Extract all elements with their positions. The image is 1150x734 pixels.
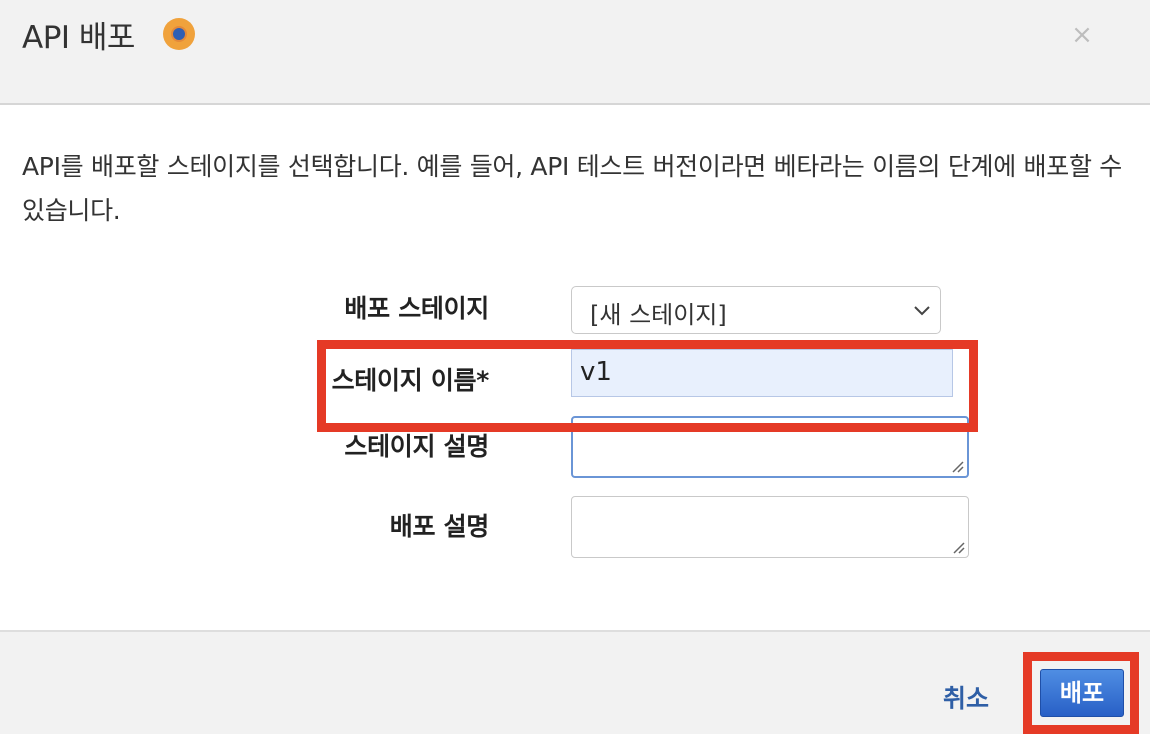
dialog-footer: 취소 배포 — [0, 630, 1150, 734]
resize-grip-icon[interactable] — [950, 459, 964, 473]
deploy-description-field[interactable] — [571, 496, 969, 558]
stage-name-value: v1 — [580, 357, 612, 387]
stage-select-value: [새 스테이지] — [590, 301, 727, 329]
stage-select[interactable]: [새 스테이지] — [571, 286, 941, 334]
dialog-description: API를 배포할 스테이지를 선택합니다. 예를 들어, API 테스트 버전이… — [22, 152, 1123, 225]
cancel-button[interactable]: 취소 — [943, 679, 989, 715]
chevron-down-icon — [914, 306, 930, 316]
stage-name-label: 스테이지 이름* — [331, 366, 490, 395]
close-icon[interactable]: × — [1070, 20, 1094, 50]
dialog-title: API 배포 — [22, 20, 135, 56]
deploy-description-label: 배포 설명 — [389, 512, 490, 541]
resize-grip-icon[interactable] — [951, 540, 965, 554]
stage-name-input[interactable]: v1 — [571, 349, 953, 397]
deploy-button[interactable]: 배포 — [1040, 669, 1124, 717]
stage-description-label: 스테이지 설명 — [344, 432, 489, 461]
status-icon — [163, 18, 195, 50]
dialog-header: API 배포 × — [0, 0, 1150, 105]
stage-description-field[interactable] — [571, 416, 969, 478]
stage-select-label: 배포 스테이지 — [344, 294, 489, 323]
